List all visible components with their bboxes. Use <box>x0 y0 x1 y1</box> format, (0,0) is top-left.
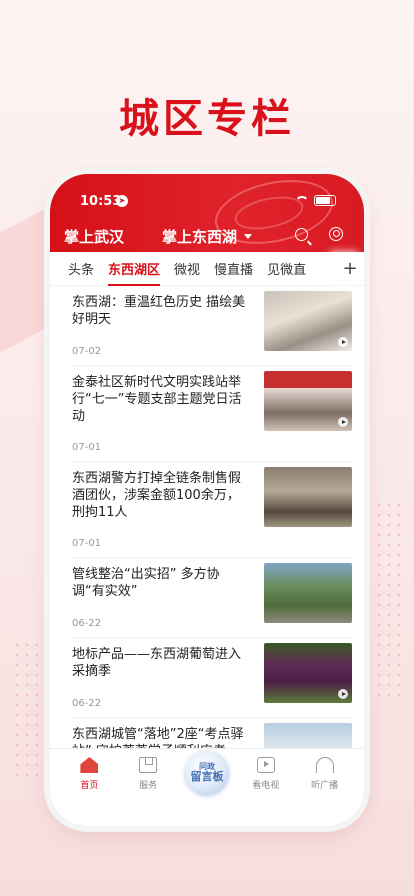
nav-label: 首页 <box>80 781 99 791</box>
nav-label: 看电视 <box>252 781 280 791</box>
play-icon <box>338 417 348 427</box>
nav-message-board[interactable]: 问政 留言板 <box>183 749 231 826</box>
news-item[interactable]: 东西湖城管“落地”2座“考点驿站” 守护莘莘学子顺利应考 <box>72 718 352 748</box>
background-dots-right <box>364 500 404 700</box>
nav-service[interactable]: 服务 <box>124 749 172 826</box>
nav-tv[interactable]: 看电视 <box>242 749 290 826</box>
channel-switcher[interactable]: 掌上东西湖 <box>162 226 253 247</box>
tab-slow-live[interactable]: 慢直播 <box>214 259 253 278</box>
news-item[interactable]: 金泰社区新时代文明实践站举行“七一”专题支部主题党日活动 07-01 <box>72 366 352 462</box>
headphones-icon <box>315 757 334 773</box>
user-icon[interactable] <box>329 227 343 241</box>
news-title: 东西湖城管“落地”2座“考点驿站” 守护莘莘学子顺利应考 <box>72 727 244 748</box>
play-icon <box>338 337 348 347</box>
news-thumbnail <box>264 643 352 703</box>
tab-micro-live[interactable]: 见微直 <box>267 259 306 278</box>
home-icon <box>80 757 99 773</box>
news-item[interactable]: 东西湖：重温红色历史 描绘美好明天 07-02 <box>72 286 352 366</box>
wifi-icon <box>295 195 309 206</box>
news-thumbnail <box>264 467 352 527</box>
channel-label: 掌上东西湖 <box>162 228 238 246</box>
chevron-down-icon <box>244 234 253 239</box>
background-dots <box>12 640 52 780</box>
news-title: 地标产品——东西湖葡萄进入采摘季 <box>72 647 242 679</box>
news-date: 07-02 <box>72 346 102 357</box>
news-title: 东西湖：重温红色历史 描绘美好明天 <box>72 295 246 327</box>
nav-label: 服务 <box>139 781 158 791</box>
tab-headlines[interactable]: 头条 <box>68 259 94 278</box>
message-board-badge: 问政 留言板 <box>184 751 229 795</box>
search-icon[interactable] <box>295 228 308 241</box>
news-thumbnail <box>264 563 352 623</box>
news-title: 东西湖警方打掉全链条制售假酒团伙，涉案金额100余万，刑拘11人 <box>72 471 242 520</box>
bookmark-icon <box>139 757 158 773</box>
location-icon: ➤ <box>116 195 128 207</box>
play-icon <box>338 689 348 699</box>
news-date: 06-22 <box>72 618 102 629</box>
news-title: 金泰社区新时代文明实践站举行“七一”专题支部主题党日活动 <box>72 375 242 424</box>
news-item[interactable]: 地标产品——东西湖葡萄进入采摘季 06-22 <box>72 638 352 718</box>
channel-tabs: 头条 东西湖区 微视 慢直播 见微直 + <box>50 252 364 286</box>
news-item[interactable]: 东西湖警方打掉全链条制售假酒团伙，涉案金额100余万，刑拘11人 07-01 <box>72 462 352 558</box>
brand-title: 掌上武汉 <box>64 228 125 246</box>
news-thumbnail <box>264 371 352 431</box>
app-header: 10:53 ➤ 掌上武汉 掌上东西湖 <box>50 174 364 254</box>
add-tab-button[interactable]: + <box>336 252 364 285</box>
nav-radio[interactable]: 听广播 <box>301 749 349 826</box>
nav-home[interactable]: 首页 <box>65 749 113 826</box>
news-feed: 东西湖：重温红色历史 描绘美好明天 07-02 金泰社区新时代文明实践站举行“七… <box>50 286 364 748</box>
promo-title: 城区专栏 <box>119 96 295 142</box>
status-indicators <box>295 195 336 206</box>
news-item[interactable]: 管线整治“出实招” 多方协调“有实效” 06-22 <box>72 558 352 638</box>
battery-icon <box>314 195 336 206</box>
badge-main-text: 留言板 <box>190 770 224 784</box>
news-thumbnail <box>264 291 352 351</box>
tab-dongxihu[interactable]: 东西湖区 <box>108 259 161 286</box>
news-date: 07-01 <box>72 442 102 453</box>
phone-frame: 10:53 ➤ 掌上武汉 掌上东西湖 头条 东西湖区 微视 慢直播 见微直 + … <box>50 174 364 826</box>
tv-icon <box>256 757 275 773</box>
news-date: 07-01 <box>72 538 102 549</box>
news-title: 管线整治“出实招” 多方协调“有实效” <box>72 567 220 599</box>
news-thumbnail <box>264 723 352 748</box>
news-date: 06-22 <box>72 698 102 709</box>
bottom-nav: 首页 服务 问政 留言板 看电视 听广播 <box>50 748 364 826</box>
nav-label: 听广播 <box>311 781 339 791</box>
tab-video[interactable]: 微视 <box>174 259 200 278</box>
